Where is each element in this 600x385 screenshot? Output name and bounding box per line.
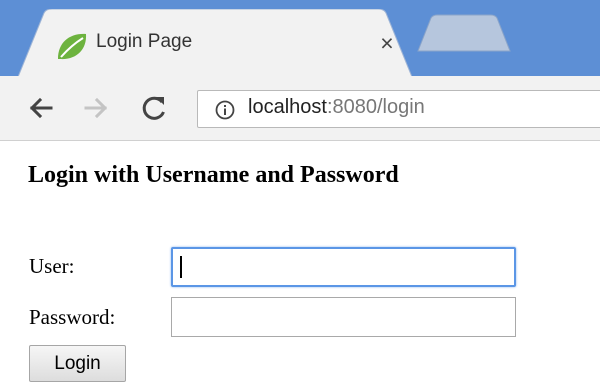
reload-icon[interactable]	[136, 90, 172, 126]
tab-login-page[interactable]: Login Page ×	[18, 9, 412, 77]
user-label: User:	[29, 254, 75, 278]
tab-strip: Login Page ×	[0, 0, 600, 77]
tab-title: Login Page	[96, 31, 193, 52]
spring-leaf-icon	[58, 33, 87, 60]
password-label: Password:	[29, 305, 116, 329]
page-title: Login with Username and Password	[28, 162, 399, 188]
info-icon[interactable]	[215, 100, 235, 120]
url-text: localhost:8080/login	[248, 96, 425, 119]
password-input[interactable]	[171, 297, 516, 337]
url-host: localhost	[248, 96, 327, 118]
back-arrow-icon[interactable]	[23, 90, 59, 126]
browser-toolbar: localhost:8080/login	[0, 76, 600, 141]
forward-arrow-icon[interactable]	[78, 90, 114, 126]
text-caret	[180, 256, 182, 278]
login-button[interactable]: Login	[29, 345, 126, 382]
new-tab-icon[interactable]	[417, 14, 511, 52]
close-icon[interactable]: ×	[373, 26, 401, 60]
address-bar[interactable]: localhost:8080/login	[197, 90, 600, 128]
url-path: :8080/login	[326, 96, 425, 118]
username-input[interactable]	[171, 247, 516, 287]
